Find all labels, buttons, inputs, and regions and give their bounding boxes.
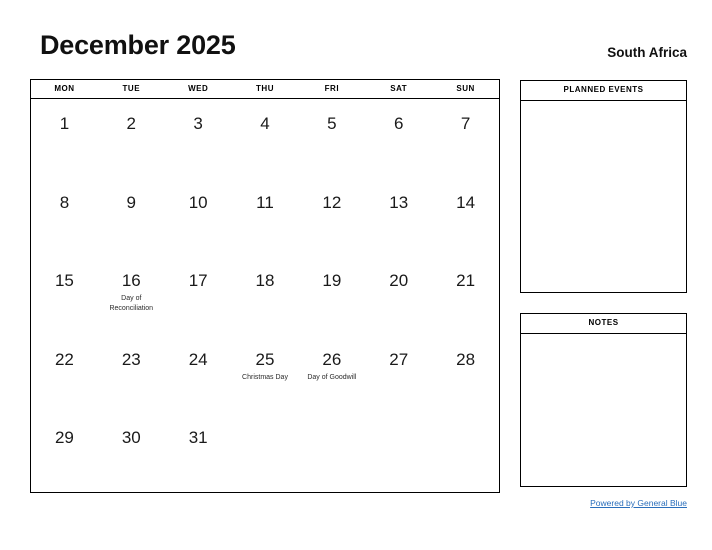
day-cell[interactable]: 8: [31, 178, 98, 257]
day-number: 11: [256, 192, 274, 212]
notes-body[interactable]: [521, 334, 686, 486]
weekday-header-thu: THU: [256, 84, 274, 93]
day-cell[interactable]: 5: [298, 99, 365, 178]
day-number: 25: [255, 349, 275, 369]
day-cell[interactable]: 22: [31, 335, 98, 414]
planned-events-panel[interactable]: PLANNED EVENTS: [520, 80, 687, 293]
weekday-header-tue: TUE: [122, 84, 141, 93]
day-cell[interactable]: 2: [98, 99, 165, 178]
calendar-grid: MON TUE WED THU FRI SAT SUN 1 2 3 4 5 6 7 8 9 10 11 12 13 1…: [30, 79, 500, 493]
day-cell-empty: [432, 413, 499, 492]
day-cell-empty: [232, 413, 299, 492]
day-cell[interactable]: 14: [432, 178, 499, 257]
day-number: 28: [456, 349, 476, 369]
day-number: 24: [188, 349, 208, 369]
day-cell[interactable]: 1: [31, 99, 98, 178]
day-cell[interactable]: 7: [432, 99, 499, 178]
weekday-header-row: MON TUE WED THU FRI SAT SUN: [30, 79, 500, 99]
day-number: 16: [121, 271, 141, 290]
day-number: 31: [188, 428, 208, 447]
day-cell[interactable]: 17: [165, 256, 232, 335]
notes-title: NOTES: [521, 314, 686, 334]
day-cell[interactable]: 11: [232, 178, 299, 257]
day-event-label: Day of Goodwill: [307, 373, 357, 381]
day-number: 7: [460, 114, 471, 133]
day-cell[interactable]: 4: [232, 99, 299, 178]
calendar-weeks-body: 1 2 3 4 5 6 7 8 9 10 11 12 13 14 15 16 Day of Reconcilia…: [30, 99, 500, 493]
day-number: 9: [126, 192, 137, 212]
day-number: 18: [255, 271, 275, 290]
day-cell[interactable]: 16 Day of Reconciliation: [98, 256, 165, 335]
day-number: 15: [54, 271, 74, 290]
calendar-week-row: 8 9 10 11 12 13 14: [31, 178, 499, 257]
day-number: 6: [393, 114, 404, 133]
day-number: 10: [188, 192, 208, 212]
day-cell[interactable]: 3: [165, 99, 232, 178]
notes-panel[interactable]: NOTES: [520, 313, 687, 487]
day-cell[interactable]: 12: [298, 178, 365, 257]
weekday-header-sun: SUN: [456, 84, 475, 93]
day-number: 26: [322, 349, 342, 369]
day-event-label: Day of Reconciliation: [109, 295, 154, 312]
day-number: 21: [456, 271, 476, 290]
weekday-header-wed: WED: [188, 84, 209, 93]
weekday-header-mon: MON: [54, 84, 75, 93]
day-cell[interactable]: 20: [365, 256, 432, 335]
day-cell[interactable]: 23: [98, 335, 165, 414]
page-title: December 2025: [40, 30, 236, 60]
day-number: 8: [59, 192, 70, 212]
day-cell[interactable]: 9: [98, 178, 165, 257]
day-number: 2: [126, 114, 137, 133]
weekday-header-sat: SAT: [390, 84, 408, 93]
day-number: 4: [260, 114, 270, 133]
weekday-header-fri: FRI: [324, 84, 340, 93]
day-number: 22: [54, 349, 74, 369]
day-cell[interactable]: 21: [432, 256, 499, 335]
calendar-week-row: 22 23 24 25 Christmas Day 26 Day of Goodwill 27…: [31, 335, 499, 414]
day-cell[interactable]: 28: [432, 335, 499, 414]
day-number: 3: [193, 114, 203, 133]
day-cell[interactable]: 6: [365, 99, 432, 178]
day-cell[interactable]: 19: [298, 256, 365, 335]
calendar-week-row: 29 30 31: [31, 413, 499, 492]
day-cell-empty: [365, 413, 432, 492]
day-cell[interactable]: 13: [365, 178, 432, 257]
day-cell[interactable]: 10: [165, 178, 232, 257]
day-cell[interactable]: 27: [365, 335, 432, 414]
day-cell[interactable]: 26 Day of Goodwill: [298, 335, 365, 414]
planned-events-body[interactable]: [521, 101, 686, 292]
day-number: 20: [389, 271, 409, 290]
day-number: 14: [456, 192, 476, 212]
day-number: 1: [59, 114, 70, 133]
powered-by-link[interactable]: Powered by General Blue: [590, 498, 687, 508]
day-cell[interactable]: 15: [31, 256, 98, 335]
day-cell[interactable]: 29: [31, 413, 98, 492]
day-cell[interactable]: 18: [232, 256, 299, 335]
day-number: 19: [322, 271, 342, 290]
day-event-label: Christmas Day: [242, 373, 288, 381]
calendar-week-row: 1 2 3 4 5 6 7: [31, 99, 499, 178]
day-number: 5: [327, 114, 337, 133]
day-cell[interactable]: 30: [98, 413, 165, 492]
calendar-week-row: 15 16 Day of Reconciliation 17 18 19 20 21: [31, 256, 499, 335]
day-number: 27: [389, 349, 409, 369]
day-number: 29: [54, 428, 74, 447]
day-number: 23: [121, 349, 141, 369]
day-number: 17: [188, 271, 208, 290]
day-number: 13: [389, 192, 409, 212]
planned-events-title: PLANNED EVENTS: [521, 81, 686, 101]
day-cell-empty: [298, 413, 365, 492]
day-number: 30: [121, 428, 141, 447]
country-label: South Africa: [607, 45, 687, 60]
day-cell[interactable]: 24: [165, 335, 232, 414]
day-cell[interactable]: 31: [165, 413, 232, 492]
day-cell[interactable]: 25 Christmas Day: [232, 335, 299, 414]
day-number: 12: [322, 192, 342, 212]
page-header: December 2025 South Africa: [0, 0, 712, 74]
